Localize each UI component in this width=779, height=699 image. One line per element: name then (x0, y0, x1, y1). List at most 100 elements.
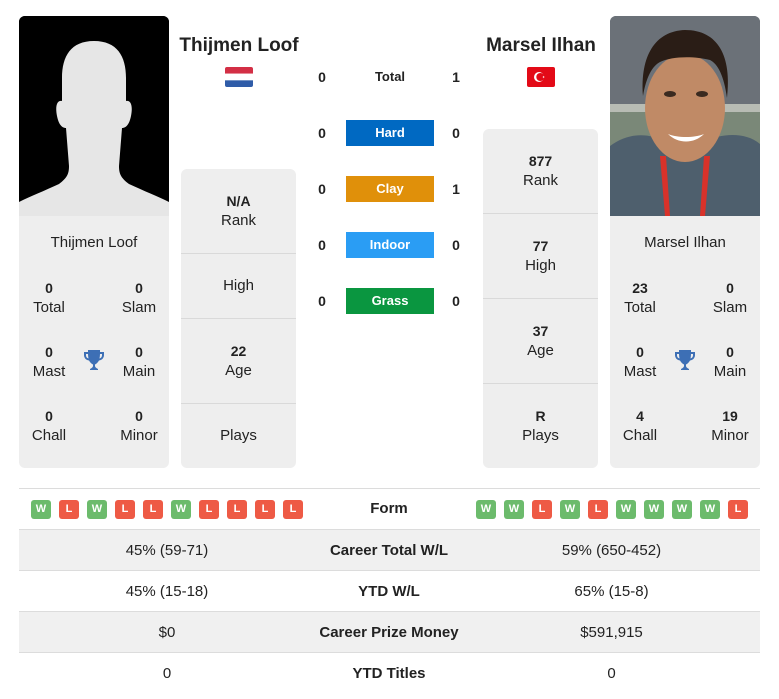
player1-stat-high: High (181, 254, 296, 319)
player2-stat-high: 77 High (483, 214, 598, 299)
label: Mast (623, 363, 657, 380)
trophy-icon (82, 348, 106, 372)
h2h-hard-row: 0 Hard 0 (310, 120, 470, 146)
player-portrait-icon (610, 16, 760, 216)
p2-value: 1 (452, 181, 460, 197)
form-win-badge: W (700, 500, 720, 519)
player1-titles-main: 0 Main (109, 342, 169, 382)
player2-card: Marsel Ilhan 23 Total 0 Slam 0 Mast 0 Main 4… (610, 216, 760, 468)
value: 0 (45, 408, 53, 424)
form-loss-badge: L (255, 500, 275, 519)
player1-titles-total: 0 Total (19, 278, 79, 318)
surface-badge-grass: Grass (346, 288, 434, 314)
player2-name[interactable]: Marsel Ilhan (478, 35, 604, 57)
table-row-ytd-titles: 0 YTD Titles 0 (19, 653, 760, 694)
value: 0 (135, 408, 143, 424)
value: 19 (722, 408, 738, 424)
label: Main (122, 363, 156, 380)
form-loss-badge: L (227, 500, 247, 519)
value: 0 (636, 344, 644, 360)
player1-stat-age: 22 Age (181, 319, 296, 404)
value: 4 (636, 408, 644, 424)
value: 0 (726, 280, 734, 296)
h2h-total-row: 0 Total 1 (310, 67, 470, 93)
table-row-prize-money: $0 Career Prize Money $591,915 (19, 612, 760, 653)
p2-value: 0 (452, 293, 460, 309)
form-win-badge: W (672, 500, 692, 519)
player1-value: 45% (15-18) (125, 583, 209, 600)
label: High (223, 277, 254, 294)
form-label: Form (370, 500, 408, 517)
player1-photo (19, 16, 169, 216)
label: Rank (220, 212, 257, 229)
player2-titles-minor: 19 Minor (700, 406, 760, 446)
table-row-career-wl: 45% (59-71) Career Total W/L 59% (650-45… (19, 530, 760, 571)
player2-photo (610, 16, 760, 216)
value: 37 (532, 323, 549, 339)
p1-value: 0 (318, 69, 326, 85)
row-label: Career Total W/L (329, 542, 449, 559)
player2-stat-plays: R Plays (483, 384, 598, 468)
value: 0 (45, 280, 53, 296)
player2-stat-rank: 877 Rank (483, 129, 598, 214)
player1-titles-chall: 0 Chall (19, 406, 79, 446)
label: Chall (31, 427, 67, 444)
label: Slam (121, 299, 157, 316)
form-win-badge: W (171, 500, 191, 519)
p1-value: 0 (318, 237, 326, 253)
value: N/A (226, 193, 251, 209)
player1-card-name[interactable]: Thijmen Loof (19, 234, 169, 251)
form-loss-badge: L (283, 500, 303, 519)
form-win-badge: W (476, 500, 496, 519)
value: R (535, 408, 546, 424)
value: 0 (726, 344, 734, 360)
player2-titles-chall: 4 Chall (610, 406, 670, 446)
label: Total (33, 299, 65, 316)
row-label: YTD W/L (358, 583, 420, 600)
value: 0 (135, 344, 143, 360)
label: Slam (712, 299, 748, 316)
player2-value: 65% (15-8) (574, 583, 649, 600)
player1-stat-plays: Plays (181, 404, 296, 468)
label: Rank (522, 172, 559, 189)
row-label: Career Prize Money (319, 624, 459, 641)
player1-name[interactable]: Thijmen Loof (176, 35, 302, 57)
table-row-ytd-wl: 45% (15-18) YTD W/L 65% (15-8) (19, 571, 760, 612)
player2-titles-main: 0 Main (700, 342, 760, 382)
player2-titles-total: 23 Total (610, 278, 670, 318)
player2-titles-mast: 0 Mast (610, 342, 670, 382)
label: Minor (120, 427, 158, 444)
player1-stats: N/A Rank High 22 Age Plays (181, 169, 296, 468)
h2h-grass-row: 0 Grass 0 (310, 288, 470, 314)
surface-badge-indoor: Indoor (346, 232, 434, 258)
player2-value: $591,915 (580, 624, 643, 641)
player1-value: $0 (158, 624, 176, 641)
player1-card: Thijmen Loof 0 Total 0 Slam 0 Mast 0 Main 0 C… (19, 216, 169, 468)
form-loss-badge: L (143, 500, 163, 519)
value: 23 (632, 280, 648, 296)
form-loss-badge: L (199, 500, 219, 519)
form-win-badge: W (87, 500, 107, 519)
form-loss-badge: L (115, 500, 135, 519)
player1-value: 45% (59-71) (125, 542, 209, 559)
h2h-clay-row: 0 Clay 1 (310, 176, 470, 202)
trophy-icon (673, 348, 697, 372)
label: Age (527, 342, 554, 359)
player2-value: 59% (650-452) (561, 542, 662, 559)
player1-stat-rank: N/A Rank (181, 169, 296, 254)
player1-titles-slam: 0 Slam (109, 278, 169, 318)
label: High (525, 257, 556, 274)
form-loss-badge: L (728, 500, 748, 519)
netherlands-flag-icon (225, 67, 253, 87)
label: Age (225, 362, 252, 379)
form-win-badge: W (504, 500, 524, 519)
h2h-indoor-row: 0 Indoor 0 (310, 232, 470, 258)
player2-card-name[interactable]: Marsel Ilhan (610, 234, 760, 251)
player1-titles-minor: 0 Minor (109, 406, 169, 446)
player2-stats: 877 Rank 77 High 37 Age R Plays (483, 129, 598, 468)
player1-titles-mast: 0 Mast (19, 342, 79, 382)
form-loss-badge: L (59, 500, 79, 519)
row-label: YTD Titles (352, 665, 426, 682)
surface-badge-clay: Clay (346, 176, 434, 202)
p1-value: 0 (318, 181, 326, 197)
